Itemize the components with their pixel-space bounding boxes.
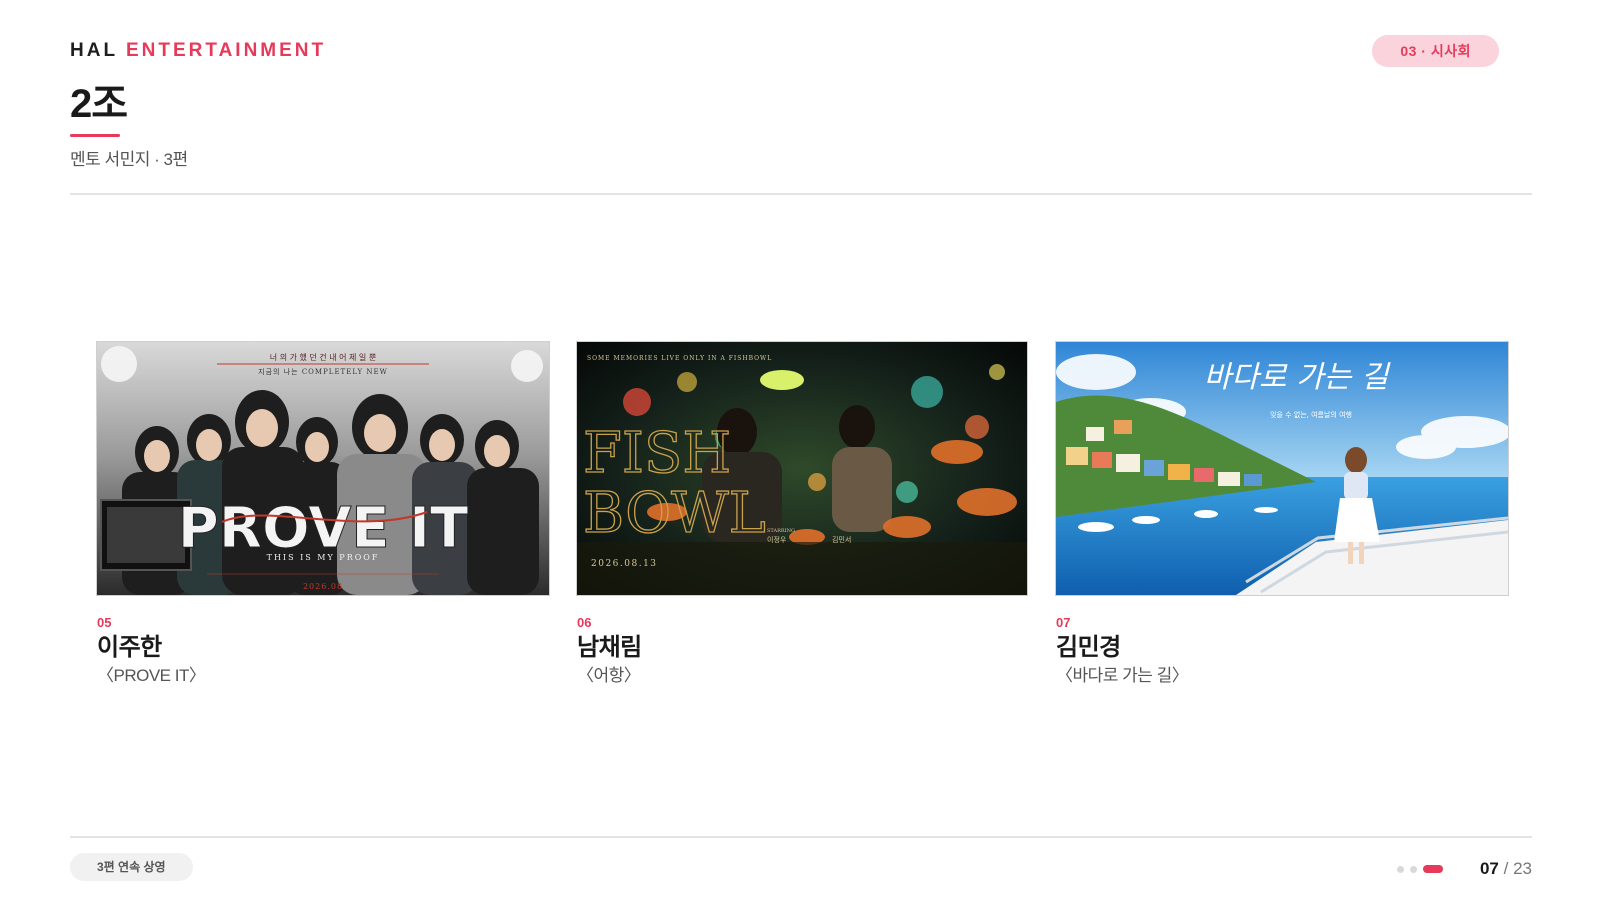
poster-road-to-sea-tagline: 잊을 수 없는, 여름날의 여행 [1270,410,1352,419]
section-badge: 03 · 시사회 [1372,35,1499,67]
poster-fishbowl[interactable]: SOME MEMORIES LIVE ONLY IN A FISHBOWL FI… [577,342,1027,595]
poster-road-to-sea-image: 바다로 가는 길 잊을 수 없는, 여름날의 여행 [1056,342,1508,595]
brand-primary: HAL [70,40,118,61]
slide-progress-indicator [1397,865,1457,873]
film-title: 〈어항〉 [577,666,641,685]
poster-prove-it-image: 너 의 가 했 던 건 내 어 제 일 뿐 지금의 나는 COMPLETELY … [97,342,549,595]
poster-fishbowl-starring: STARRING [767,528,795,534]
page-title: 2조 [70,82,128,126]
film-card-fishbowl[interactable]: SOME MEMORIES LIVE ONLY IN A FISHBOWL FI… [577,342,1027,687]
poster-fishbowl-date: 2026.08.13 [591,559,658,569]
poster-road-to-sea[interactable]: 바다로 가는 길 잊을 수 없는, 여름날의 여행 [1056,342,1508,595]
director-name: 김민경 [1056,634,1121,661]
film-title: 〈바다로 가는 길〉 [1056,666,1189,685]
film-card-prove-it[interactable]: 너 의 가 했 던 건 내 어 제 일 뿐 지금의 나는 COMPLETELY … [97,342,549,687]
poster-prove-it-tagline: THIS IS MY PROOF [267,553,380,562]
page-separator: / [1503,859,1509,878]
poster-prove-it[interactable]: 너 의 가 했 던 건 내 어 제 일 뿐 지금의 나는 COMPLETELY … [97,342,549,595]
slide: HAL ENTERTAINMENT 03 · 시사회 2조 멘토 서민지 · 3… [0,0,1600,900]
poster-prove-it-headline: PROVE IT [178,496,468,561]
poster-fishbowl-headline-2: BOWL [583,481,766,546]
page-counter: 07 / 23 [1480,858,1532,880]
title-accent-line [70,134,120,137]
progress-dot-active [1423,865,1443,873]
film-number: 06 [577,615,592,630]
brand-logo: HAL ENTERTAINMENT [70,40,326,62]
poster-fishbowl-top-left: SOME MEMORIES LIVE ONLY IN A FISHBOWL [587,355,772,362]
poster-road-to-sea-headline: 바다로 가는 길 [1204,360,1391,395]
brand-secondary: ENTERTAINMENT [126,40,327,61]
poster-prove-it-date: 2026.08 [303,582,343,591]
film-title: 〈PROVE IT〉 [97,666,206,685]
page-subtitle: 멘토 서민지 · 3편 [70,150,188,169]
film-number: 07 [1056,615,1071,630]
poster-fishbowl-image: SOME MEMORIES LIVE ONLY IN A FISHBOWL FI… [577,342,1027,595]
poster-prove-it-top-line-2: 지금의 나는 COMPLETELY NEW [258,367,388,376]
page-current: 07 [1479,859,1499,878]
director-name: 남채림 [577,634,642,661]
poster-fishbowl-cast-1: 이정우 [767,535,787,544]
film-card-road-to-sea[interactable]: 바다로 가는 길 잊을 수 없는, 여름날의 여행 07 김민경 〈바다로 가는… [1056,342,1508,687]
footer-divider [70,836,1532,838]
page-total: 23 [1513,859,1532,878]
director-name: 이주한 [97,634,162,661]
progress-dot [1410,866,1417,873]
film-number: 05 [97,615,112,630]
header-divider [70,193,1532,195]
footer-badge: 3편 연속 상영 [70,853,193,881]
poster-fishbowl-cast-2: 김민서 [832,535,851,544]
poster-prove-it-top-line-1: 너 의 가 했 던 건 내 어 제 일 뿐 [270,352,376,362]
poster-fishbowl-headline-1: FISH [583,421,731,486]
progress-dot [1397,866,1404,873]
